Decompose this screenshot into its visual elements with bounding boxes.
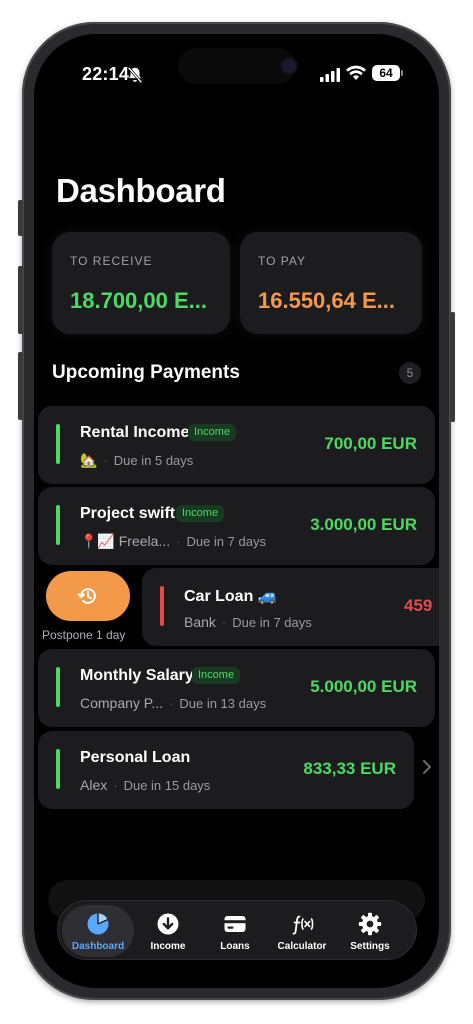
payment-subtitle: Bank · Due in 7 days	[184, 614, 312, 630]
status-time: 22:14	[82, 64, 130, 84]
payment-amount: 459	[404, 596, 433, 615]
payment-amount: 3.000,00 EUR	[310, 515, 417, 534]
tab-label: Settings	[350, 941, 390, 952]
battery-tip	[401, 70, 403, 76]
to-pay-label: TO PAY	[258, 254, 307, 268]
payment-amount: 700,00 EUR	[324, 434, 417, 453]
payment-item-car-loan[interactable]: Car Loan 🚙 Bank · Due in 7 days 459	[142, 568, 439, 646]
tab-label: Income	[150, 941, 186, 952]
upcoming-payments-title: Upcoming Payments	[52, 362, 240, 383]
status-bar: 22:14 64	[34, 48, 439, 88]
chevron-right-icon[interactable]	[422, 760, 432, 774]
phone-frame: 22:14 64 Dashboard TO RECEIVE 18.700,00 …	[18, 22, 455, 1000]
to-receive-label: TO RECEIVE	[70, 254, 153, 268]
bell-slash-icon	[127, 66, 143, 84]
volume-up-button	[18, 266, 23, 334]
tab-label: Dashboard	[71, 941, 125, 952]
payment-title: Rental Income	[80, 424, 190, 441]
tab-loans[interactable]: Loans	[199, 905, 271, 957]
tab-calculator[interactable]: Calculator	[266, 905, 338, 957]
payment-title: Personal Loan	[80, 749, 191, 766]
payment-title: Monthly Salary	[80, 667, 194, 684]
page-title: Dashboard	[56, 172, 226, 209]
action-button	[18, 200, 23, 236]
to-pay-card[interactable]: TO PAY 16.550,64 E...	[240, 232, 422, 334]
postpone-label: Postpone 1 day	[42, 628, 126, 642]
payment-subtitle: Alex · Due in 15 days	[80, 777, 211, 793]
upcoming-count-badge: 5	[399, 362, 421, 384]
payment-title: Project swift	[80, 505, 176, 522]
income-indicator	[56, 505, 60, 545]
payment-title: Car Loan 🚙	[184, 588, 278, 605]
screen: 22:14 64 Dashboard TO RECEIVE 18.700,00 …	[34, 34, 439, 988]
history-clock-icon	[77, 588, 96, 604]
income-badge: Income	[176, 505, 225, 522]
payment-amount: 833,33 EUR	[303, 759, 396, 778]
postpone-button[interactable]	[46, 571, 130, 621]
tab-income[interactable]: Income	[132, 905, 204, 957]
payment-item-project-swift[interactable]: Project swift Income 📍📈 Freela... · Due in…	[38, 487, 435, 565]
tab-label: Loans	[220, 941, 250, 952]
wifi-icon	[346, 65, 366, 80]
function-icon	[292, 915, 314, 935]
income-indicator	[56, 424, 60, 464]
tab-dashboard[interactable]: Dashboard	[62, 905, 134, 957]
tab-settings[interactable]: Settings	[334, 905, 406, 957]
to-receive-card[interactable]: TO RECEIVE 18.700,00 E...	[52, 232, 230, 334]
volume-down-button	[18, 352, 23, 420]
camera-icon	[282, 59, 296, 73]
tab-label: Calculator	[277, 941, 327, 952]
cellular-signal-icon	[320, 68, 340, 82]
income-indicator	[56, 749, 60, 789]
pie-chart-icon	[87, 913, 109, 935]
income-indicator	[56, 667, 60, 707]
gear-icon	[358, 912, 382, 936]
payment-item-monthly-salary[interactable]: Monthly Salary Income Company P... · Due i…	[38, 649, 435, 727]
payment-amount: 5.000,00 EUR	[310, 677, 417, 696]
battery-icon: 64	[372, 65, 400, 81]
income-badge: Income	[188, 424, 237, 441]
to-receive-amount: 18.700,00 E...	[70, 288, 207, 313]
tab-bar: Dashboard Income Loans Calculator Settin…	[57, 900, 417, 960]
expense-indicator	[160, 586, 164, 626]
power-button	[450, 312, 455, 422]
income-badge: Income	[192, 667, 241, 684]
to-pay-amount: 16.550,64 E...	[258, 288, 395, 313]
credit-card-icon	[224, 916, 246, 932]
dynamic-island	[178, 48, 296, 84]
payment-item-personal-loan[interactable]: Personal Loan Alex · Due in 15 days 833,33…	[38, 731, 414, 809]
arrow-down-circle-icon	[157, 913, 179, 935]
payment-item-rental-income[interactable]: Rental Income Income 🏡 · Due in 5 days 700…	[38, 406, 435, 484]
payment-subtitle: Company P... · Due in 13 days	[80, 695, 267, 711]
payment-subtitle: 🏡 · Due in 5 days	[80, 452, 194, 468]
payment-subtitle: 📍📈 Freela... · Due in 7 days	[80, 533, 266, 549]
